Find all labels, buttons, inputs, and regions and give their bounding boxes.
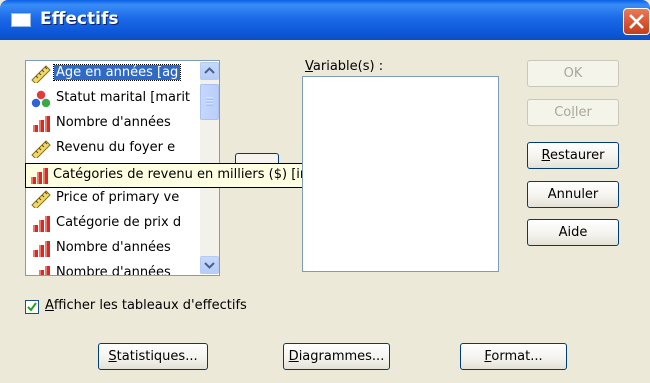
format-button[interactable]: Format... [460, 343, 567, 370]
scale-ruler-icon [31, 140, 51, 160]
ok-button[interactable]: OK [527, 60, 619, 87]
close-button[interactable] [623, 8, 650, 35]
list-item[interactable]: Nombre d'années [29, 262, 199, 276]
list-item-label: Nombre d'années [56, 265, 171, 276]
reset-button[interactable]: Restaurer [527, 142, 619, 169]
target-list-label: Variable(s) : [305, 59, 384, 74]
help-button[interactable]: Aide [527, 219, 619, 246]
list-item[interactable]: Price of primary ve [29, 187, 199, 211]
tooltip-label: Catégories de revenu en milliers ($) [in… [53, 167, 341, 182]
list-item-label: Statut marital [marit [56, 90, 191, 105]
target-variable-list[interactable] [302, 76, 499, 272]
list-item-label: Nombre d'années [56, 240, 171, 255]
list-item-label: Catégorie de prix d [56, 215, 182, 230]
list-item[interactable]: Nombre d'années [29, 112, 199, 136]
list-item-label: Revenu du foyer e [56, 140, 176, 155]
list-item[interactable]: Statut marital [marit [29, 87, 199, 111]
show-frequency-tables-label[interactable]: Afficher les tableaux d'effectifs [45, 298, 247, 313]
title-bar[interactable]: Effectifs [0, 0, 650, 40]
scroll-down-button[interactable] [200, 256, 219, 274]
ordinal-bars-icon [31, 115, 51, 133]
paste-button[interactable]: Coller [527, 99, 619, 126]
scroll-thumb[interactable] [200, 84, 219, 120]
list-item-label: Age en années [ag [52, 64, 182, 81]
list-item[interactable]: Revenu du foyer e [29, 137, 199, 161]
window-title: Effectifs [40, 9, 119, 29]
chevron-up-icon [204, 67, 215, 74]
ordinal-bars-icon [31, 240, 51, 258]
list-item-label: Nombre d'années [56, 115, 171, 130]
list-item[interactable]: Nombre d'années [29, 237, 199, 261]
scale-ruler-icon [31, 190, 51, 210]
cancel-button[interactable]: Annuler [527, 181, 619, 208]
close-icon [629, 14, 644, 29]
scroll-up-button[interactable] [200, 62, 219, 80]
list-item[interactable]: Catégorie de prix d [29, 212, 199, 236]
chevron-down-icon [204, 262, 215, 269]
list-item[interactable]: Age en années [ag [29, 62, 199, 86]
checkmark-icon [27, 302, 37, 312]
ordinal-bars-icon [31, 265, 51, 275]
charts-button[interactable]: Diagrammes... [283, 343, 390, 370]
ordinal-bars-icon [31, 215, 51, 233]
grip-icon [206, 97, 213, 106]
window-icon [11, 13, 31, 27]
ordinal-bars-icon [29, 167, 49, 185]
statistics-button[interactable]: Statistiques... [98, 343, 208, 370]
list-item-label: Price of primary ve [56, 190, 180, 205]
nominal-icon [31, 90, 51, 108]
show-frequency-tables-checkbox[interactable] [25, 300, 39, 314]
scale-ruler-icon [31, 65, 51, 85]
